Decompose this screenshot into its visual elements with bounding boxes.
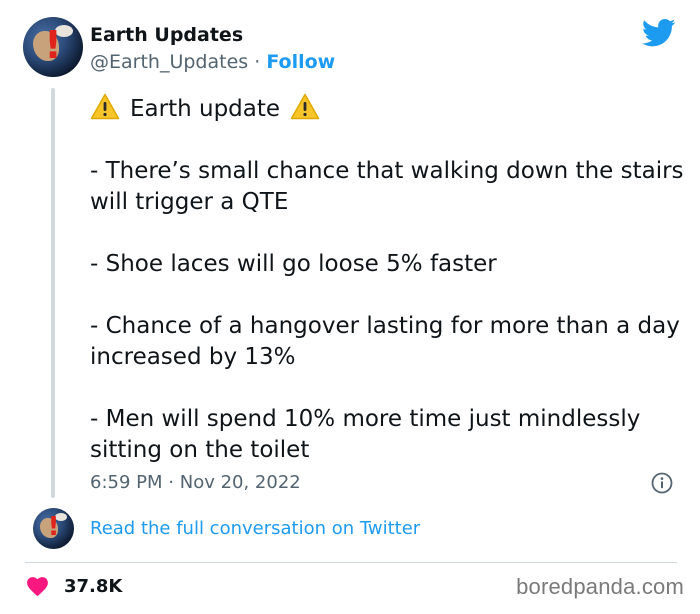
tweet-title: Earth update xyxy=(130,96,281,122)
follow-button[interactable]: Follow xyxy=(266,51,335,73)
tweet-date[interactable]: Nov 20, 2022 xyxy=(180,472,301,493)
avatar-exclamation: ! xyxy=(47,512,60,542)
warning-icon xyxy=(90,93,120,120)
read-conversation-link[interactable]: Read the full conversation on Twitter xyxy=(90,516,420,542)
tweet-line: - There’s small chance that walking down… xyxy=(90,158,684,215)
tweet-body: Earth update - There’s small chance that… xyxy=(90,93,690,466)
like-count[interactable]: 37.8K xyxy=(64,574,122,600)
timestamp-separator: · xyxy=(168,472,174,493)
handle-separator: · xyxy=(254,51,261,73)
author-name[interactable]: Earth Updates xyxy=(90,22,243,48)
twitter-bird-icon[interactable] xyxy=(642,18,676,48)
author-handle[interactable]: @Earth_Updates xyxy=(90,51,248,73)
tweet-time[interactable]: 6:59 PM xyxy=(90,472,163,493)
tweet-title-line: Earth update xyxy=(90,93,690,125)
divider xyxy=(25,562,677,563)
tweet-line: - Men will spend 10% more time just mind… xyxy=(90,406,641,463)
author-avatar[interactable]: ! xyxy=(23,17,83,77)
thread-line xyxy=(51,88,55,498)
avatar-exclamation: ! xyxy=(44,23,62,67)
heart-icon[interactable] xyxy=(25,574,50,597)
tweet-timestamp[interactable]: 6:59 PM · Nov 20, 2022 xyxy=(90,470,301,496)
warning-icon xyxy=(290,93,320,120)
tweet-line: - Shoe laces will go loose 5% faster xyxy=(90,251,497,277)
watermark: boredpanda.com xyxy=(516,574,684,599)
info-icon[interactable] xyxy=(651,472,673,494)
author-handle-row: @Earth_Updates · Follow xyxy=(90,49,335,75)
author-avatar-small[interactable]: ! xyxy=(33,508,74,549)
tweet-line: - Chance of a hangover lasting for more … xyxy=(90,313,680,370)
